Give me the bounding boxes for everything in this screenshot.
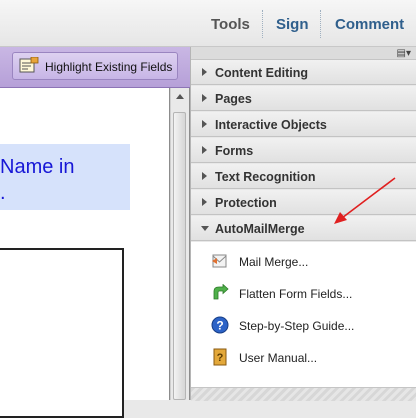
vertical-scrollbar[interactable] xyxy=(170,88,189,400)
toolbar-separator xyxy=(262,10,264,38)
mail-merge-icon xyxy=(212,254,227,268)
section-label: AutoMailMerge xyxy=(215,222,305,236)
tools-button[interactable]: Tools xyxy=(211,16,250,33)
section-content-editing[interactable]: Content Editing xyxy=(191,60,416,85)
highlight-fields-button[interactable]: Highlight Existing Fields xyxy=(12,52,178,80)
form-editing-bar: Highlight Existing Fields xyxy=(0,47,190,88)
tool-label: User Manual... xyxy=(239,351,318,365)
annotation-arrow-icon xyxy=(334,177,396,224)
document-box xyxy=(0,248,124,418)
panel-footer xyxy=(191,387,416,401)
section-forms[interactable]: Forms xyxy=(191,138,416,163)
tool-label: Step-by-Step Guide... xyxy=(239,319,355,333)
expand-arrow-icon xyxy=(202,68,207,76)
automailmerge-tools: Mail Merge... Flatten Form Fields... ? S… xyxy=(191,242,416,387)
toolbar-separator xyxy=(320,10,322,38)
help-icon: ? xyxy=(211,316,229,334)
flatten-form-fields-item[interactable]: Flatten Form Fields... xyxy=(191,279,416,309)
panel-header: ▤▾ xyxy=(191,47,416,60)
collapse-arrow-icon xyxy=(201,226,209,231)
expand-arrow-icon xyxy=(202,172,207,180)
scroll-thumb[interactable] xyxy=(173,112,186,400)
expand-arrow-icon xyxy=(202,120,207,128)
section-label: Text Recognition xyxy=(215,170,316,184)
sign-button[interactable]: Sign xyxy=(276,16,309,33)
document-text-line: Name in xyxy=(0,156,75,178)
expand-arrow-icon xyxy=(202,94,207,102)
svg-text:?: ? xyxy=(216,319,223,333)
expand-arrow-icon xyxy=(202,146,207,154)
section-label: Content Editing xyxy=(215,66,309,80)
highlight-fields-icon xyxy=(19,57,39,73)
mail-merge-item[interactable]: Mail Merge... xyxy=(191,247,416,277)
tool-label: Mail Merge... xyxy=(239,255,309,269)
document-page[interactable]: Name in . xyxy=(0,88,169,418)
scroll-up-arrow-icon[interactable] xyxy=(176,94,184,99)
svg-text:?: ? xyxy=(217,352,224,364)
user-manual-item[interactable]: ? User Manual... xyxy=(191,343,416,373)
manual-icon: ? xyxy=(213,348,227,366)
expand-arrow-icon xyxy=(202,198,207,206)
tool-label: Flatten Form Fields... xyxy=(239,287,353,301)
section-label: Pages xyxy=(215,92,252,106)
section-pages[interactable]: Pages xyxy=(191,86,416,111)
step-by-step-guide-item[interactable]: ? Step-by-Step Guide... xyxy=(191,311,416,341)
top-toolbar: Tools Sign Comment xyxy=(0,0,416,47)
panel-options-icon[interactable]: ▤▾ xyxy=(397,48,411,59)
section-label: Forms xyxy=(215,144,254,158)
section-label: Interactive Objects xyxy=(215,118,327,132)
document-text-line: . xyxy=(0,182,6,204)
section-label: Protection xyxy=(215,196,277,210)
section-interactive-objects[interactable]: Interactive Objects xyxy=(191,112,416,137)
comment-button[interactable]: Comment xyxy=(335,16,404,33)
document-pane: Highlight Existing Fields Name in . xyxy=(0,47,190,418)
highlight-fields-label: Highlight Existing Fields xyxy=(45,60,173,74)
flatten-icon xyxy=(213,284,229,300)
